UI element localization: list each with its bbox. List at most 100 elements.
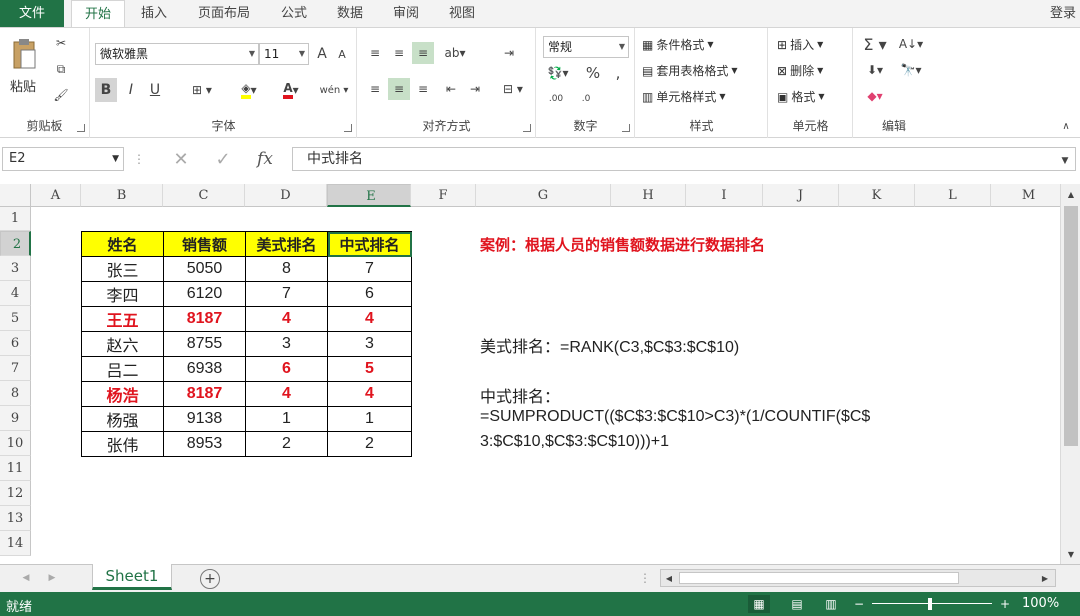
table-header-name[interactable]: 姓名 [81, 231, 164, 257]
cell-cn-rank[interactable]: 6 [327, 281, 412, 307]
cell-cn-rank[interactable]: 4 [327, 306, 412, 332]
enter-icon[interactable]: ✓ [210, 149, 236, 170]
worksheet-grid[interactable]: A B C D E F G H I J K L M 1 2 3 4 5 6 7 … [0, 184, 1060, 564]
normal-view-icon[interactable]: ▦ [748, 595, 770, 613]
add-sheet-icon[interactable]: + [200, 569, 220, 589]
insert-function-icon[interactable]: fx [252, 149, 278, 169]
drag-handle-icon[interactable]: ⋮ [133, 149, 145, 169]
column-header[interactable]: I [686, 184, 763, 207]
cell-us-rank[interactable]: 7 [245, 281, 328, 307]
cell-cn-rank[interactable]: 5 [327, 356, 412, 382]
zoom-out-icon[interactable]: − [852, 595, 866, 613]
formula-input[interactable]: 中式排名 [292, 147, 1076, 171]
prev-sheet-icon[interactable]: ◀ [20, 571, 32, 585]
row-header[interactable]: 14 [0, 531, 31, 556]
font-name-select[interactable]: 微软雅黑 ▼ [95, 43, 259, 65]
column-header[interactable]: G [476, 184, 611, 207]
column-header[interactable]: M [991, 184, 1060, 207]
cell-sales[interactable]: 6938 [163, 356, 246, 382]
cell-sales[interactable]: 5050 [163, 256, 246, 282]
cell-us-rank[interactable]: 2 [245, 431, 328, 457]
align-bottom-icon[interactable]: ≡ [412, 42, 434, 64]
row-header[interactable]: 8 [0, 381, 31, 406]
vertical-scroll-thumb[interactable] [1064, 206, 1078, 446]
tab-review[interactable]: 审阅 [380, 0, 432, 27]
cell-name[interactable]: 李四 [81, 281, 164, 307]
sort-filter-icon[interactable]: A↓▾ [894, 34, 928, 54]
tab-formulas[interactable]: 公式 [268, 0, 320, 27]
table-header-cn-rank-selected[interactable]: 中式排名 [327, 231, 412, 257]
underline-button[interactable]: U [145, 78, 165, 102]
row-header[interactable]: 5 [0, 306, 31, 331]
tab-view[interactable]: 视图 [436, 0, 488, 27]
merge-center-icon[interactable]: ⊟ ▾ [496, 78, 530, 100]
page-break-view-icon[interactable]: ▥ [820, 595, 842, 613]
cell-us-rank[interactable]: 8 [245, 256, 328, 282]
orientation-icon[interactable]: ab▾ [440, 42, 470, 64]
number-launcher-icon[interactable] [622, 124, 630, 132]
align-right-icon[interactable]: ≡ [412, 78, 434, 100]
table-header-sales[interactable]: 销售额 [163, 231, 246, 257]
cell-sales[interactable]: 8187 [163, 306, 246, 332]
scroll-up-icon[interactable]: ▲ [1065, 188, 1077, 200]
conditional-format-button[interactable]: ▦ 条件格式 ▼ [642, 36, 714, 53]
format-cells-button[interactable]: ▣ 格式 ▼ [777, 88, 825, 105]
cell-cn-rank[interactable]: 2 [327, 431, 412, 457]
tab-data[interactable]: 数据 [324, 0, 376, 27]
expand-formula-icon[interactable]: ▼ [1058, 155, 1072, 167]
increase-decimal-icon[interactable]: .00 [545, 88, 567, 110]
increase-indent-icon[interactable]: ⇥ [464, 78, 486, 100]
column-header[interactable]: J [763, 184, 839, 207]
tab-insert[interactable]: 插入 [128, 0, 180, 27]
delete-cells-button[interactable]: ⊠ 删除 ▼ [777, 62, 823, 79]
align-top-icon[interactable]: ≡ [364, 42, 386, 64]
tab-file[interactable]: 文件 [0, 0, 64, 27]
cell-name[interactable]: 赵六 [81, 331, 164, 357]
cell-name[interactable]: 张伟 [81, 431, 164, 457]
cell-name[interactable]: 杨浩 [81, 381, 164, 407]
collapse-ribbon-icon[interactable]: ∧ [1058, 118, 1074, 134]
next-sheet-icon[interactable]: ▶ [46, 571, 58, 585]
column-header[interactable]: C [163, 184, 245, 207]
column-header[interactable]: B [81, 184, 163, 207]
copy-icon[interactable]: ⧉ [52, 60, 70, 78]
select-all-corner[interactable] [0, 184, 31, 207]
font-launcher-icon[interactable] [344, 124, 352, 132]
format-as-table-button[interactable]: ▤ 套用表格格式 ▼ [642, 62, 738, 79]
row-header[interactable]: 10 [0, 431, 31, 456]
wrap-text-icon[interactable]: ⇥ [498, 42, 520, 64]
font-color-icon[interactable]: A ▾ [273, 78, 309, 102]
cell-cn-rank[interactable]: 1 [327, 406, 412, 432]
row-header[interactable]: 11 [0, 456, 31, 481]
row-header[interactable]: 4 [0, 281, 31, 306]
cell-sales[interactable]: 9138 [163, 406, 246, 432]
increase-font-icon[interactable]: A [313, 45, 331, 63]
column-header[interactable]: K [839, 184, 915, 207]
clipboard-launcher-icon[interactable] [77, 124, 85, 132]
zoom-slider-thumb[interactable] [928, 598, 932, 610]
column-header-selected[interactable]: E [327, 184, 411, 207]
zoom-in-icon[interactable]: + [998, 595, 1012, 613]
cut-icon[interactable]: ✂ [52, 34, 70, 52]
row-header[interactable]: 12 [0, 481, 31, 506]
row-header-selected[interactable]: 2 [0, 231, 31, 256]
sheet-tab-sheet1[interactable]: Sheet1 [92, 564, 172, 590]
font-size-select[interactable]: 11 ▼ [259, 43, 309, 65]
cn-rank-formula-line1[interactable]: =SUMPRODUCT(($C$3:$C$10>C3)*(1/COUNTIF($… [480, 408, 870, 426]
cell-name[interactable]: 杨强 [81, 406, 164, 432]
login-link[interactable]: 登录 [1050, 0, 1076, 27]
row-header[interactable]: 13 [0, 506, 31, 531]
number-format-select[interactable]: 常规 ▼ [543, 36, 629, 58]
tab-home[interactable]: 开始 [71, 0, 125, 28]
row-header[interactable]: 6 [0, 331, 31, 356]
cell-sales[interactable]: 6120 [163, 281, 246, 307]
column-header[interactable]: L [915, 184, 991, 207]
format-painter-icon[interactable]: 🖌 [52, 86, 70, 104]
paste-icon[interactable] [8, 36, 40, 72]
align-left-icon[interactable]: ≡ [364, 78, 386, 100]
cn-rank-formula-line2[interactable]: 3:$C$10,$C$3:$C$10)))+1 [480, 433, 669, 451]
cell-us-rank[interactable]: 4 [245, 306, 328, 332]
border-icon[interactable]: ⊞ ▾ [187, 78, 217, 102]
cell-name[interactable]: 张三 [81, 256, 164, 282]
cn-rank-label[interactable]: 中式排名： [480, 383, 560, 407]
